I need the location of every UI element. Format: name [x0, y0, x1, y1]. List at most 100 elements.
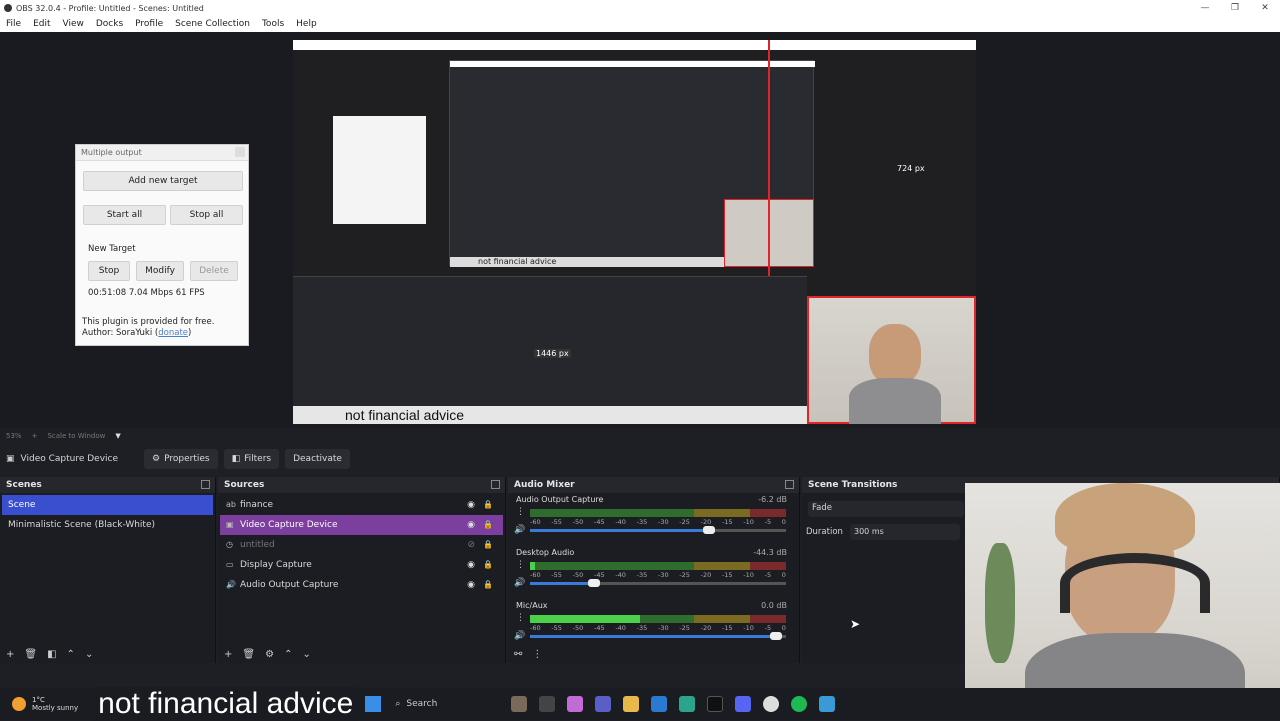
menu-edit[interactable]: Edit: [27, 19, 56, 29]
source-item[interactable]: ▣ Video Capture Device ◉ 🔒: [220, 515, 503, 535]
more-icon[interactable]: ⋮: [516, 560, 525, 570]
eye-icon[interactable]: ◉: [467, 555, 475, 575]
more-icon[interactable]: ⋮: [532, 649, 542, 660]
source-item[interactable]: 🔊 Audio Output Capture ◉ 🔒: [220, 575, 503, 595]
gear-icon[interactable]: ⚙: [265, 649, 274, 660]
discord-icon[interactable]: [735, 696, 752, 712]
scale-tick: -35: [636, 571, 648, 579]
plus-icon[interactable]: +: [32, 432, 38, 440]
edge-icon[interactable]: [679, 696, 696, 712]
chevron-down-icon[interactable]: ⌄: [85, 649, 93, 660]
donate-link[interactable]: donate: [158, 328, 188, 338]
target-stop-button[interactable]: Stop: [88, 261, 130, 281]
slider-knob[interactable]: [703, 526, 716, 534]
chevron-up-icon[interactable]: ⌃: [284, 649, 292, 660]
tiktok-icon[interactable]: [707, 696, 724, 712]
preview-status: 53% + Scale to Window ▼: [0, 430, 1280, 442]
maximize-button[interactable]: ❐: [1220, 0, 1250, 16]
chevron-down-icon[interactable]: ⌄: [302, 649, 310, 660]
slider-knob[interactable]: [588, 579, 600, 587]
filter-icon[interactable]: ◧: [47, 649, 56, 660]
store-icon[interactable]: [651, 696, 668, 712]
webcam-source-selected[interactable]: [807, 296, 976, 424]
start-all-button[interactable]: Start all: [83, 205, 166, 225]
captured-titlebar: [293, 40, 976, 50]
lock-icon[interactable]: 🔒: [483, 515, 493, 535]
volume-slider[interactable]: [530, 579, 786, 587]
undock-icon[interactable]: [201, 480, 210, 489]
weather-icon[interactable]: [12, 697, 26, 711]
copilot-icon[interactable]: [567, 696, 584, 712]
weather-widget[interactable]: 1°C Mostly sunny: [32, 696, 78, 712]
menu-help[interactable]: Help: [290, 19, 323, 29]
scene-item[interactable]: Scene: [2, 495, 213, 515]
weather-temp: 1°C: [32, 696, 45, 704]
menu-scene-collection[interactable]: Scene Collection: [169, 19, 256, 29]
chevron-down-icon[interactable]: ▼: [115, 432, 120, 440]
source-item[interactable]: ab finance ◉ 🔒: [220, 495, 503, 515]
trash-icon[interactable]: 🗑: [242, 649, 255, 660]
eye-icon[interactable]: ◉: [467, 575, 475, 595]
teams-icon[interactable]: [595, 696, 612, 712]
target-modify-button[interactable]: Modify: [136, 261, 184, 281]
dialog-close-icon[interactable]: [235, 147, 245, 157]
taskview-icon[interactable]: [539, 696, 556, 712]
webcam-overlay: [965, 483, 1280, 720]
obs-icon[interactable]: [763, 696, 780, 712]
source-item[interactable]: ▭ Display Capture ◉ 🔒: [220, 555, 503, 575]
scale-mode[interactable]: Scale to Window: [47, 432, 105, 440]
lock-icon[interactable]: 🔒: [483, 495, 493, 515]
filters-button[interactable]: ◧ Filters: [223, 449, 280, 469]
menu-profile[interactable]: Profile: [129, 19, 169, 29]
stop-all-button[interactable]: Stop all: [170, 205, 243, 225]
scene-item[interactable]: Minimalistic Scene (Black-White): [2, 515, 213, 535]
add-icon[interactable]: +: [224, 649, 232, 660]
volume-slider[interactable]: [530, 526, 786, 534]
eye-icon[interactable]: ◉: [467, 515, 475, 535]
properties-button[interactable]: ⚙ Properties: [144, 449, 218, 469]
speaker-icon[interactable]: 🔊: [514, 525, 525, 535]
person-hair: [1055, 483, 1195, 553]
lock-icon[interactable]: 🔒: [483, 575, 493, 595]
minimize-button[interactable]: —: [1190, 0, 1220, 16]
program-preview[interactable]: not financial advice 724 px 1446 px not …: [293, 40, 976, 424]
zoom-level[interactable]: 53%: [6, 432, 22, 440]
menu-file[interactable]: File: [0, 19, 27, 29]
lock-icon[interactable]: 🔒: [483, 535, 493, 555]
taskbar-search[interactable]: ⌕ Search: [395, 699, 505, 709]
undock-icon[interactable]: [785, 480, 794, 489]
chevron-up-icon[interactable]: ⌃: [67, 649, 75, 660]
window-title: OBS 32.0.4 - Profile: Untitled - Scenes:…: [16, 3, 204, 13]
menu-docks[interactable]: Docks: [90, 19, 129, 29]
trash-icon[interactable]: 🗑: [24, 649, 37, 660]
target-delete-button[interactable]: Delete: [190, 261, 238, 281]
meter-level: [530, 615, 641, 623]
speaker-icon[interactable]: 🔊: [514, 631, 525, 641]
link-icon[interactable]: ⚯: [514, 649, 522, 660]
lock-icon[interactable]: 🔒: [483, 555, 493, 575]
source-item[interactable]: ◷ untitled ⊘ 🔒: [220, 535, 503, 555]
menu-view[interactable]: View: [57, 19, 90, 29]
duration-input[interactable]: 300 ms: [850, 524, 960, 540]
scale-tick: -50: [572, 571, 584, 579]
undock-icon[interactable]: [491, 480, 500, 489]
menu-tools[interactable]: Tools: [256, 19, 290, 29]
app-icon[interactable]: [511, 696, 528, 712]
eye-hidden-icon[interactable]: ⊘: [467, 535, 475, 555]
more-icon[interactable]: ⋮: [516, 613, 525, 623]
slider-knob[interactable]: [769, 632, 782, 640]
transition-select[interactable]: Fade: [808, 501, 964, 517]
spotify-icon[interactable]: [791, 696, 808, 712]
deactivate-button[interactable]: Deactivate: [285, 449, 350, 469]
windows-start-icon[interactable]: [365, 696, 382, 712]
volume-slider[interactable]: [530, 632, 786, 640]
folder-icon[interactable]: [623, 696, 640, 712]
slider-fill: [530, 529, 710, 532]
close-button[interactable]: ✕: [1250, 0, 1280, 16]
add-new-target-button[interactable]: Add new target: [83, 171, 243, 191]
eye-icon[interactable]: ◉: [467, 495, 475, 515]
more-icon[interactable]: ⋮: [516, 507, 525, 517]
speaker-icon[interactable]: 🔊: [514, 578, 525, 588]
add-icon[interactable]: +: [6, 649, 14, 660]
app-icon[interactable]: [819, 696, 836, 712]
